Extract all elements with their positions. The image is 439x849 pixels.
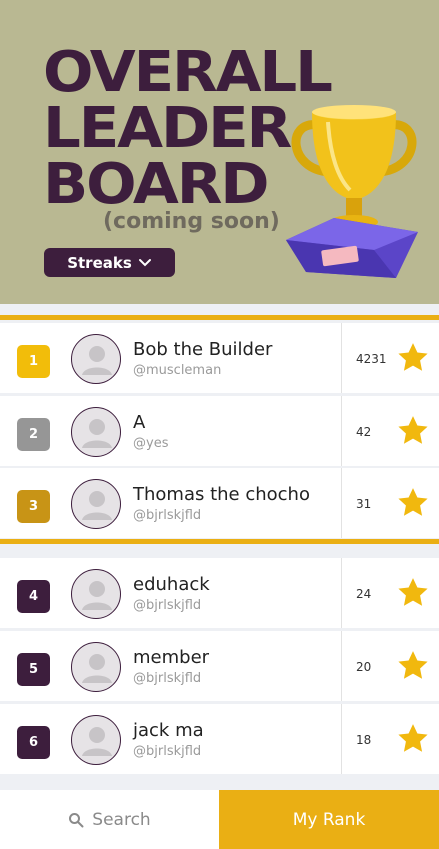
search-button[interactable]: Search — [0, 790, 219, 849]
user-handle: @bjrlskjfld — [133, 598, 202, 613]
user-handle: @muscleman — [133, 363, 222, 378]
user-score: 20 — [356, 660, 372, 674]
top-three-border-bottom — [0, 539, 439, 544]
user-name: jack ma — [133, 720, 204, 741]
avatar — [71, 334, 121, 384]
leaderboard-row[interactable]: 2 A @yes 42 — [0, 396, 439, 466]
star-icon — [398, 488, 428, 516]
star-icon — [398, 724, 428, 752]
leaderboard-row[interactable]: 4 eduhack @bjrlskjfld 24 — [0, 558, 439, 628]
user-handle: @yes — [133, 436, 169, 451]
avatar — [71, 479, 121, 529]
user-handle: @bjrlskjfld — [133, 671, 202, 686]
user-name: member — [133, 647, 210, 668]
rank-badge: 5 — [17, 653, 50, 686]
leaderboard-row[interactable]: 1 Bob the Builder @muscleman 4231 — [0, 323, 439, 393]
star-icon — [398, 651, 428, 679]
avatar — [71, 715, 121, 765]
star-icon — [398, 578, 428, 606]
rank-badge: 1 — [17, 345, 50, 378]
my-rank-button[interactable]: My Rank — [219, 790, 439, 849]
avatar — [71, 569, 121, 619]
my-rank-label: My Rank — [292, 809, 366, 830]
star-icon — [398, 343, 428, 371]
user-score: 31 — [356, 497, 372, 511]
search-label: Search — [92, 809, 151, 830]
rank-badge: 3 — [17, 490, 50, 523]
user-handle: @bjrlskjfld — [133, 508, 202, 523]
user-name: A — [133, 412, 146, 433]
user-name: eduhack — [133, 574, 210, 595]
avatar — [71, 407, 121, 457]
title-line-1: OVERALL — [43, 40, 333, 105]
user-handle: @bjrlskjfld — [133, 744, 202, 759]
search-icon — [69, 812, 84, 827]
coming-soon-label: (coming soon) — [103, 209, 280, 234]
leaderboard-row[interactable]: 3 Thomas the chocho @bjrlskjfld 31 — [0, 468, 439, 538]
chevron-down-icon — [138, 258, 151, 266]
user-name: Bob the Builder — [133, 339, 273, 360]
bottom-bar: Search My Rank — [0, 790, 439, 849]
leaderboard-row[interactable]: 5 member @bjrlskjfld 20 — [0, 631, 439, 701]
star-icon — [398, 416, 428, 444]
rank-badge: 2 — [17, 418, 50, 451]
user-score: 24 — [356, 587, 372, 601]
user-name: Thomas the chocho — [133, 484, 310, 505]
leaderboard-header: OVERALL LEADER BOARD (coming soon) Strea… — [0, 0, 439, 304]
trophy-icon — [286, 105, 418, 278]
user-score: 18 — [356, 733, 372, 747]
rank-badge: 4 — [17, 580, 50, 613]
user-score: 42 — [356, 425, 372, 439]
leaderboard-row[interactable]: 6 jack ma @bjrlskjfld 18 — [0, 704, 439, 774]
avatar — [71, 642, 121, 692]
dropdown-label: Streaks — [67, 253, 132, 272]
rank-badge: 6 — [17, 726, 50, 759]
top-three-border-top — [0, 315, 439, 320]
streaks-dropdown[interactable]: Streaks — [44, 248, 175, 277]
user-score: 4231 — [356, 352, 387, 366]
